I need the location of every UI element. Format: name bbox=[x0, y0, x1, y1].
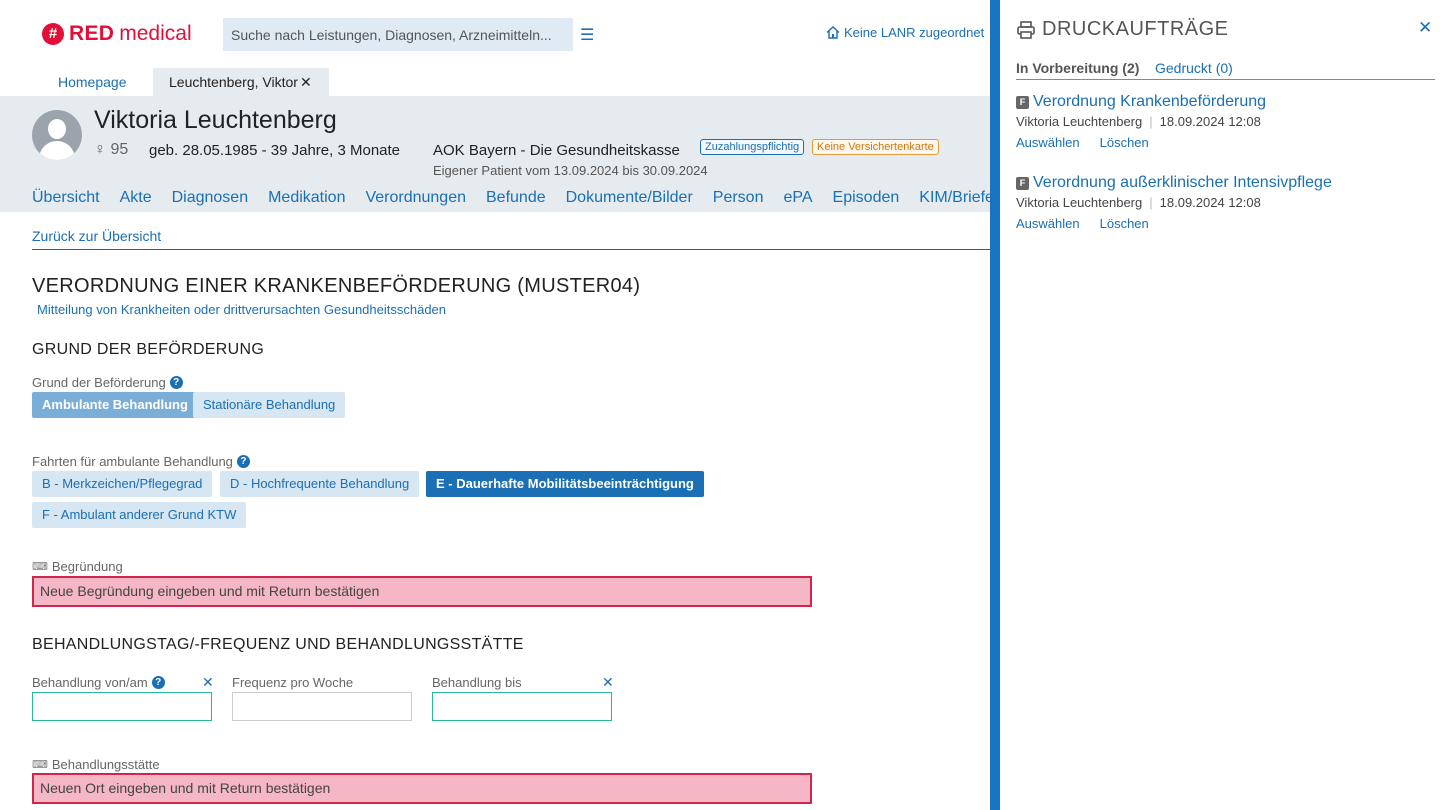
nav-kim-briefe[interactable]: KIM/Briefe bbox=[919, 189, 994, 207]
print-job-actions: Auswählen Löschen bbox=[1016, 135, 1149, 150]
avatar bbox=[32, 110, 82, 160]
print-job-actions: Auswählen Löschen bbox=[1016, 216, 1149, 231]
back-to-overview-link[interactable]: Zurück zur Übersicht bbox=[32, 228, 161, 244]
nav-episoden[interactable]: Episoden bbox=[833, 189, 900, 207]
nav-person[interactable]: Person bbox=[713, 189, 764, 207]
option-d-hochfrequent[interactable]: D - Hochfrequente Behandlung bbox=[220, 471, 420, 497]
patient-birthdate: geb. 28.05.1985 - 39 Jahre, 3 Monate bbox=[149, 142, 401, 159]
patient-nav: Übersicht Akte Diagnosen Medikation Vero… bbox=[32, 189, 994, 207]
patient-insurance: AOK Bayern - Die Gesundheitskasse bbox=[433, 142, 680, 159]
justification-label-text: Begründung bbox=[51, 559, 123, 574]
hamburger-menu-icon[interactable]: ☰ bbox=[580, 25, 594, 45]
tab-homepage[interactable]: Homepage bbox=[58, 68, 127, 96]
clear-from-icon[interactable]: ✕ bbox=[202, 674, 214, 691]
print-job-date: 18.09.2024 12:08 bbox=[1159, 195, 1261, 210]
tab-patient[interactable]: Leuchtenberg, Viktor ✕ bbox=[153, 68, 329, 96]
tab-close-icon[interactable]: ✕ bbox=[300, 74, 312, 90]
option-f-ambulant-ktw[interactable]: F - Ambulant anderer Grund KTW bbox=[32, 502, 247, 528]
logo-red-text: RED bbox=[69, 22, 115, 45]
delete-job-button[interactable]: Löschen bbox=[1100, 216, 1149, 231]
panel-title-text: DRUCKAUFTRÄGE bbox=[1042, 18, 1229, 40]
clear-until-icon[interactable]: ✕ bbox=[602, 674, 614, 691]
logo-medical-text: medical bbox=[119, 22, 192, 45]
reason-label-text: Grund der Beförderung bbox=[32, 375, 166, 390]
logo-mark-icon: # bbox=[42, 23, 64, 45]
trips-label-text: Fahrten für ambulante Behandlung bbox=[32, 454, 233, 469]
nav-befunde[interactable]: Befunde bbox=[486, 189, 546, 207]
trips-label: Fahrten für ambulante Behandlung ? bbox=[32, 454, 250, 469]
keyboard-icon: ⌨ bbox=[32, 759, 48, 771]
close-panel-icon[interactable]: ✕ bbox=[1418, 18, 1432, 38]
nav-medikation[interactable]: Medikation bbox=[268, 189, 345, 207]
option-e-mobilitaet[interactable]: E - Dauerhafte Mobilitätsbeeinträchtigun… bbox=[426, 471, 704, 497]
print-job-meta: Viktoria Leuchtenberg | 18.09.2024 12:08 bbox=[1016, 195, 1261, 210]
help-icon[interactable]: ? bbox=[169, 376, 183, 389]
top-bar: # RED medical ☰ Keine LANR zugeordnet bbox=[0, 0, 990, 68]
own-patient-period: Eigener Patient vom 13.09.2024 bis 30.09… bbox=[433, 163, 708, 178]
tab-patient-label: Leuchtenberg, Viktor bbox=[169, 74, 298, 90]
keyboard-icon: ⌨ bbox=[32, 561, 48, 573]
form-badge-icon: F bbox=[1016, 176, 1029, 190]
treatment-until-field[interactable] bbox=[432, 692, 612, 721]
reason-label: Grund der Beförderung ? bbox=[32, 375, 183, 390]
tab-printed[interactable]: Gedruckt (0) bbox=[1155, 60, 1233, 76]
panel-separator bbox=[990, 0, 1000, 810]
print-job-date: 18.09.2024 12:08 bbox=[1159, 114, 1261, 129]
print-job-title[interactable]: F Verordnung Krankenbeförderung bbox=[1016, 93, 1266, 111]
nav-uebersicht[interactable]: Übersicht bbox=[32, 189, 100, 207]
justification-input[interactable]: Neue Begründung eingeben und mit Return … bbox=[32, 576, 812, 607]
print-jobs-panel: DRUCKAUFTRÄGE ✕ In Vorbereitung (2) Gedr… bbox=[1000, 0, 1440, 810]
treatment-from-field[interactable] bbox=[32, 692, 212, 721]
section-heading-reason: GRUND DER BEFÖRDERUNG bbox=[32, 341, 265, 358]
panel-title: DRUCKAUFTRÄGE bbox=[1016, 18, 1229, 41]
tab-bar: Homepage Leuchtenberg, Viktor ✕ bbox=[0, 68, 990, 96]
place-input[interactable]: Neuen Ort eingeben und mit Return bestät… bbox=[32, 773, 812, 804]
select-job-button[interactable]: Auswählen bbox=[1016, 135, 1080, 150]
place-label-text: Behandlungsstätte bbox=[51, 757, 160, 772]
tab-underline bbox=[1016, 79, 1435, 80]
option-stationaere-behandlung[interactable]: Stationäre Behandlung bbox=[193, 392, 346, 418]
tab-in-preparation[interactable]: In Vorbereitung (2) bbox=[1016, 60, 1139, 76]
patient-header: Viktoria Leuchtenberg ♀ 95 geb. 28.05.19… bbox=[0, 96, 994, 212]
home-icon bbox=[826, 26, 840, 39]
lanr-text: Keine LANR zugeordnet bbox=[844, 25, 985, 40]
frequency-field[interactable] bbox=[232, 692, 412, 721]
print-job-title-text[interactable]: Verordnung außerklinischer Intensivpfleg… bbox=[1033, 174, 1332, 192]
page-title: VERORDNUNG EINER KRANKENBEFÖRDERUNG (MUS… bbox=[32, 275, 641, 297]
patient-name: Viktoria Leuchtenberg bbox=[94, 106, 337, 134]
nav-akte[interactable]: Akte bbox=[120, 189, 152, 207]
nav-diagnosen[interactable]: Diagnosen bbox=[172, 189, 249, 207]
lanr-link[interactable]: Keine LANR zugeordnet bbox=[826, 25, 984, 40]
printer-icon bbox=[1017, 20, 1035, 39]
search-input[interactable] bbox=[223, 18, 573, 51]
help-icon[interactable]: ? bbox=[236, 455, 250, 468]
justification-label: ⌨ Begründung bbox=[32, 559, 123, 574]
treatment-from-label-text: Behandlung von/am bbox=[32, 675, 148, 690]
delete-job-button[interactable]: Löschen bbox=[1100, 135, 1149, 150]
nav-dokumente[interactable]: Dokumente/Bilder bbox=[566, 189, 693, 207]
print-job-meta: Viktoria Leuchtenberg | 18.09.2024 12:08 bbox=[1016, 114, 1261, 129]
treatment-from-label: Behandlung von/am ? bbox=[32, 675, 165, 690]
help-icon[interactable]: ? bbox=[151, 676, 165, 689]
patient-gender-age: ♀ 95 bbox=[94, 141, 129, 158]
option-ambulante-behandlung[interactable]: Ambulante Behandlung bbox=[32, 392, 198, 418]
nav-verordnungen[interactable]: Verordnungen bbox=[365, 189, 466, 207]
logo[interactable]: # RED medical bbox=[42, 22, 192, 46]
status-badge-no-card: Keine Versichertenkarte bbox=[812, 139, 939, 155]
divider bbox=[32, 249, 990, 250]
select-job-button[interactable]: Auswählen bbox=[1016, 216, 1080, 231]
place-label: ⌨ Behandlungsstätte bbox=[32, 757, 160, 772]
print-job-title[interactable]: F Verordnung außerklinischer Intensivpfl… bbox=[1016, 174, 1332, 192]
subtitle-link[interactable]: Mitteilung von Krankheiten oder drittver… bbox=[37, 302, 446, 317]
nav-epa[interactable]: ePA bbox=[783, 189, 812, 207]
option-b-merkzeichen[interactable]: B - Merkzeichen/Pflegegrad bbox=[32, 471, 213, 497]
section-heading-treatment: BEHANDLUNGSTAG/-FREQUENZ UND BEHANDLUNGS… bbox=[32, 636, 524, 653]
frequency-label: Frequenz pro Woche bbox=[232, 675, 354, 690]
print-job-patient: Viktoria Leuchtenberg bbox=[1016, 114, 1143, 129]
print-job-title-text[interactable]: Verordnung Krankenbeförderung bbox=[1033, 93, 1266, 111]
treatment-until-label: Behandlung bis bbox=[432, 675, 522, 690]
form-badge-icon: F bbox=[1016, 95, 1029, 109]
print-job-patient: Viktoria Leuchtenberg bbox=[1016, 195, 1143, 210]
status-badge-copay: Zuzahlungspflichtig bbox=[700, 139, 805, 155]
